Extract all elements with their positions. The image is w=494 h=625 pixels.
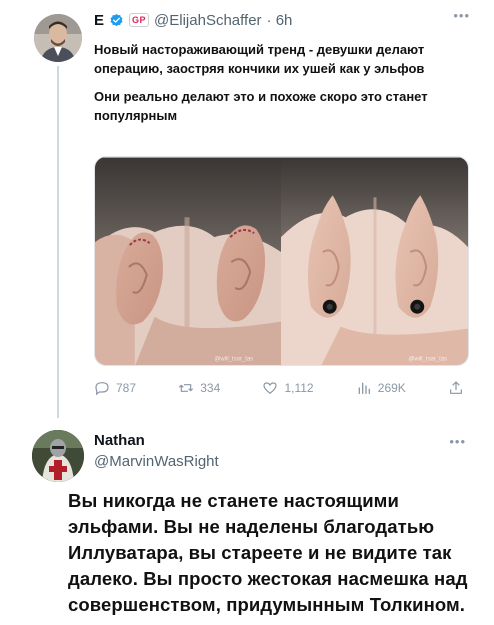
tweet-original[interactable]: E GP @ElijahSchaffer · 6h ••• Новый наст…	[0, 0, 494, 418]
reply-count: 787	[116, 381, 137, 395]
like-button[interactable]: 1,112	[262, 380, 314, 396]
verified-icon	[110, 13, 123, 26]
tweet-text: Новый настораживающий тренд - девушки де…	[94, 40, 454, 125]
photo-before[interactable]: @will_tsar_tas	[95, 157, 281, 366]
affiliate-badge[interactable]: GP	[129, 13, 150, 27]
like-count: 1,112	[284, 381, 314, 395]
share-icon	[450, 381, 462, 394]
avatar[interactable]	[34, 14, 82, 62]
media-watermark: @will_tsar_tas	[408, 356, 447, 362]
views-button[interactable]: 269K	[356, 380, 406, 396]
retweet-icon	[179, 384, 194, 392]
views-count: 269K	[377, 381, 406, 395]
thread-line	[57, 66, 59, 418]
more-icon[interactable]: •••	[449, 434, 466, 449]
reply-icon	[95, 382, 109, 396]
retweet-count: 334	[200, 381, 221, 395]
media-watermark: @will_tsar_tas	[214, 356, 253, 362]
handle[interactable]: @ElijahSchaffer	[154, 12, 262, 29]
tweet-media[interactable]: @will_tsar_tas @will_tsar_tas	[94, 156, 469, 366]
views-icon	[358, 382, 370, 394]
photo-after[interactable]: @will_tsar_tas	[281, 157, 468, 366]
tweet-paragraph: Новый настораживающий тренд - девушки де…	[94, 42, 425, 76]
avatar-photo	[32, 430, 84, 482]
retweet-button[interactable]: 334	[178, 380, 220, 396]
avatar[interactable]	[32, 430, 84, 482]
tweet-paragraph: Они реально делают это и похоже скоро эт…	[94, 89, 428, 123]
action-bar: 787 334 1,112 269K	[94, 377, 464, 399]
tweet-text: Вы никогда не станете настоящими эльфами…	[68, 490, 468, 615]
display-name[interactable]: E	[94, 12, 104, 29]
handle[interactable]: @MarvinWasRight	[94, 453, 219, 470]
timestamp[interactable]: · 6h	[267, 12, 293, 29]
reply-button[interactable]: 787	[94, 380, 136, 396]
avatar-photo	[34, 14, 82, 62]
more-icon[interactable]: •••	[453, 8, 470, 23]
display-name[interactable]: Nathan	[94, 432, 145, 449]
tweet-reply[interactable]: Nathan @MarvinWasRight ••• Вы никогда не…	[0, 418, 494, 625]
like-icon	[263, 382, 278, 395]
share-button[interactable]	[448, 380, 464, 396]
tweet-header: E GP @ElijahSchaffer · 6h	[94, 10, 292, 30]
